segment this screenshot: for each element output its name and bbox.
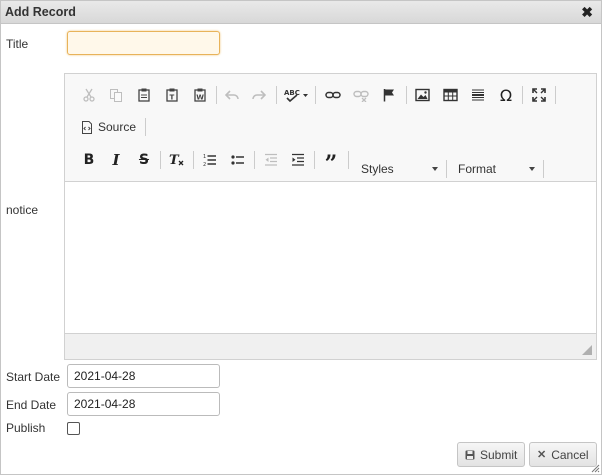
toolbar-separator (446, 160, 447, 178)
link-icon[interactable] (322, 84, 344, 106)
cancel-button[interactable]: ✕ Cancel (529, 442, 597, 467)
increase-indent-icon[interactable] (287, 149, 309, 171)
toolbar-separator (216, 86, 217, 104)
toolbar-separator (314, 151, 315, 169)
end-date-label: End Date (6, 398, 57, 412)
cut-icon[interactable] (78, 84, 100, 106)
format-dropdown[interactable]: Format (449, 158, 539, 180)
dialog-title: Add Record (5, 5, 76, 19)
chevron-down-icon (432, 167, 438, 171)
notice-label: notice (6, 203, 39, 217)
toolbar-separator (160, 151, 161, 169)
bold-icon[interactable]: B (78, 149, 100, 171)
submit-label: Submit (480, 447, 518, 462)
bulleted-list-icon[interactable] (227, 149, 249, 171)
dialog-resize-grip-icon[interactable] (590, 463, 600, 473)
add-record-dialog: Add Record ✖ Title notice T W ABC Ω Sour… (0, 0, 602, 475)
chevron-down-icon (529, 167, 535, 171)
close-icon[interactable]: ✖ (581, 4, 593, 21)
toolbar-separator (145, 118, 146, 136)
resize-grip-icon[interactable] (582, 345, 592, 355)
blockquote-icon[interactable]: ” (320, 149, 342, 175)
save-icon (465, 450, 475, 459)
toolbar-separator (348, 151, 349, 169)
paste-word-icon[interactable]: W (189, 84, 211, 106)
close-icon: ✕ (537, 449, 547, 461)
editor-statusbar (65, 333, 596, 359)
italic-icon[interactable]: I (105, 149, 127, 171)
toolbar-separator (193, 151, 194, 169)
toolbar-separator (276, 86, 277, 104)
anchor-flag-icon[interactable] (378, 84, 400, 106)
styles-label: Styles (361, 162, 394, 176)
editor-content-area[interactable] (65, 183, 596, 333)
numbered-list-icon[interactable]: 12 (199, 149, 221, 171)
image-icon[interactable] (411, 84, 433, 106)
svg-text:W: W (196, 94, 204, 102)
svg-text:2: 2 (203, 162, 206, 167)
source-icon (82, 120, 92, 134)
spellcheck-icon[interactable]: ABC (283, 84, 311, 106)
unlink-icon[interactable] (350, 84, 372, 106)
strikethrough-icon[interactable]: S (133, 149, 155, 171)
title-label: Title (6, 37, 29, 51)
start-date-label: Start Date (6, 370, 61, 384)
publish-checkbox[interactable] (67, 422, 80, 435)
special-character-icon[interactable]: Ω (495, 84, 517, 106)
toolbar-separator (543, 160, 544, 178)
cancel-label: Cancel (551, 447, 589, 462)
source-label: Source (98, 120, 137, 134)
toolbar-separator (555, 86, 556, 104)
svg-text:ABC: ABC (284, 89, 300, 97)
styles-dropdown[interactable]: Styles (352, 158, 442, 180)
copy-icon[interactable] (105, 84, 127, 106)
toolbar-separator (254, 151, 255, 169)
format-label: Format (458, 162, 497, 176)
title-input[interactable] (67, 31, 220, 55)
dialog-titlebar[interactable]: Add Record ✖ (1, 1, 601, 24)
svg-text:T: T (169, 153, 180, 167)
table-icon[interactable] (439, 84, 461, 106)
remove-format-icon[interactable]: T (166, 149, 188, 171)
paste-icon[interactable] (133, 84, 155, 106)
paste-text-icon[interactable]: T (161, 84, 183, 106)
toolbar-separator (522, 86, 523, 104)
rich-text-editor: T W ABC Ω Source B I S T 1 2 ” Styles Fo… (64, 73, 597, 360)
toolbar-separator (315, 86, 316, 104)
svg-text:1: 1 (203, 154, 206, 160)
publish-label: Publish (6, 421, 46, 435)
source-button[interactable]: Source (79, 116, 138, 138)
svg-text:T: T (170, 94, 175, 102)
editor-toolbar: T W ABC Ω Source B I S T 1 2 ” Styles Fo… (65, 74, 596, 182)
horizontal-rule-icon[interactable] (467, 84, 489, 106)
undo-icon[interactable] (221, 84, 243, 106)
maximize-icon[interactable] (528, 84, 550, 106)
submit-button[interactable]: Submit (457, 442, 526, 467)
start-date-input[interactable] (67, 364, 220, 388)
toolbar-separator (406, 86, 407, 104)
decrease-indent-icon[interactable] (260, 149, 282, 171)
end-date-input[interactable] (67, 392, 220, 416)
redo-icon[interactable] (248, 84, 270, 106)
